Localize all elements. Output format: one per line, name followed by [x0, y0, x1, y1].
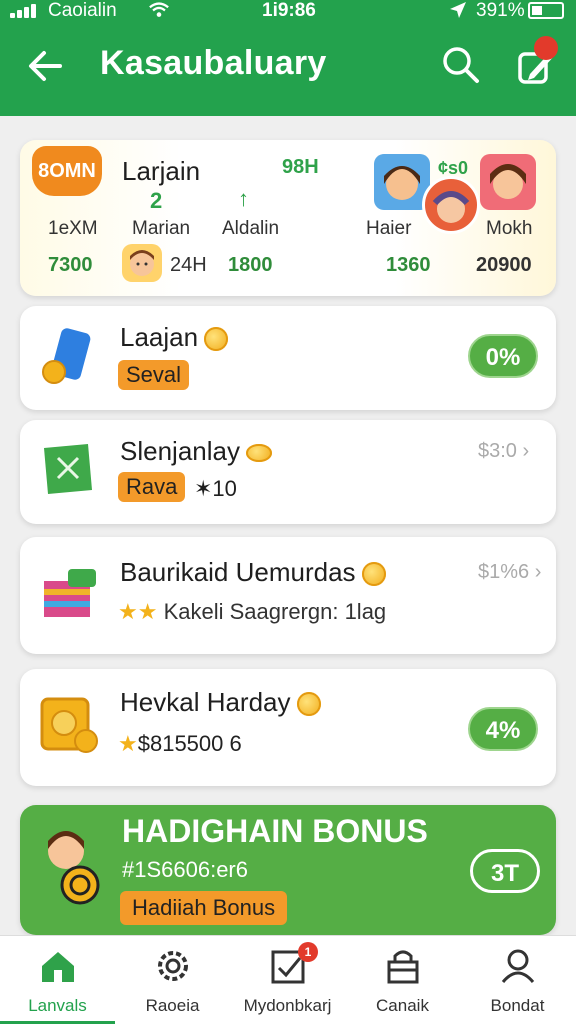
coin-stack-icon	[40, 697, 98, 753]
status-bar: Caoialin 1i9:86 391%	[0, 0, 576, 26]
stat-label: Mokh	[486, 218, 533, 239]
star-icon: ★	[118, 731, 138, 756]
stat-label: Haier	[366, 218, 412, 239]
nav-item-settings[interactable]: Raoeia	[115, 936, 230, 1024]
bag-icon	[387, 950, 419, 984]
price-link[interactable]: $3:0 ›	[478, 440, 529, 463]
reward-card[interactable]: Slenjanlay Rava ✶10 $3:0 ›	[20, 420, 556, 524]
bottom-nav: Lanvals Raoeia 1 Mydonbkarj Canaik Bonda…	[0, 935, 576, 1024]
bonus-badge[interactable]: Hadiiah Bonus	[120, 891, 288, 925]
card-title: Larjain	[122, 156, 201, 186]
card-subtitle-row: ★★ Kakeli Saagrergn: 1lag	[118, 599, 386, 625]
coin-icon	[204, 327, 229, 352]
avatar	[480, 154, 536, 210]
avatar	[422, 176, 480, 234]
badge-extra: ✶10	[194, 476, 237, 501]
card-title: Hevkal Harday	[120, 687, 291, 717]
card-title: Slenjanlay	[120, 436, 240, 466]
stat-number: 1360	[386, 254, 431, 276]
card-title-row: Slenjanlay	[120, 436, 272, 467]
promo-tag: 8OMN	[32, 146, 102, 196]
stat-number: 20900	[476, 254, 532, 276]
arrow-left-icon	[29, 51, 62, 81]
notification-dot	[534, 36, 558, 60]
status-badge: Rava	[118, 472, 186, 502]
carrier-name: Caoialin	[48, 0, 117, 21]
nav-item-profile[interactable]: Bondat	[460, 936, 575, 1024]
battery-icon	[528, 2, 564, 19]
phone-icon	[42, 328, 91, 384]
stat-value: 2	[150, 188, 163, 213]
nav-item-tasks[interactable]: 1 Mydonbkarj	[230, 936, 345, 1024]
nav-item-home[interactable]: Lanvals	[0, 936, 115, 1024]
stat-number: 7300	[48, 254, 93, 276]
home-icon	[42, 952, 74, 982]
nav-label: Mydonbkarj	[243, 996, 332, 1015]
signal-icon	[10, 4, 36, 18]
coin-icon	[245, 444, 272, 463]
percent-button[interactable]: 4%	[468, 707, 538, 751]
card-title-row: Baurikaid Uemurdas	[120, 557, 386, 588]
stat-number: 24H	[170, 254, 207, 276]
wifi-icon	[148, 0, 170, 25]
nav-label: Bondat	[490, 996, 545, 1015]
stat-label: 1eXM	[48, 218, 98, 239]
nav-label: Lanvals	[28, 996, 87, 1015]
card-title-row: Hevkal Harday	[120, 687, 321, 718]
page-title: Kasaubaluary	[100, 44, 327, 82]
bonus-card[interactable]: HADIGHAIN BONUS #1S6606:er6 Hadiiah Bonu…	[20, 805, 556, 935]
bonus-title: HADIGHAIN BONUS	[122, 813, 428, 849]
card-subtitle: $815500 6	[137, 731, 242, 756]
price-link[interactable]: $1%6 ›	[478, 561, 541, 584]
reward-card[interactable]: Hevkal Harday ★$815500 6 4%	[20, 669, 556, 786]
card-subtitle: Kakeli Saagrergn: 1lag	[163, 599, 387, 624]
summary-card[interactable]: 8OMN Larjain 98H 2 ↑ 1eXM Marian Aldalin…	[20, 140, 556, 296]
percent-button[interactable]: 0%	[468, 334, 538, 378]
coin-icon	[361, 562, 386, 587]
bonus-code: #1S6606:er6	[122, 857, 248, 882]
app-header: Caoialin 1i9:86 391% Kasaubaluary	[0, 0, 576, 116]
nav-item-shop[interactable]: Canaik	[345, 936, 460, 1024]
card-subtitle-row: ★$815500 6	[118, 731, 242, 757]
search-icon	[443, 47, 479, 83]
trend-arrow-icon: ↑	[238, 186, 249, 211]
status-badge: Seval	[118, 360, 190, 390]
nav-label: Raoeia	[145, 996, 200, 1015]
location-icon	[448, 0, 468, 26]
reward-card[interactable]: Laajan Seval 0%	[20, 306, 556, 410]
gift-box-icon	[44, 569, 96, 617]
coin-icon	[296, 692, 321, 717]
bonus-count-button[interactable]: 3T	[470, 849, 540, 893]
reward-card[interactable]: Baurikaid Uemurdas ★★ Kakeli Saagrergn: …	[20, 537, 556, 654]
person-icon	[501, 949, 535, 983]
card-title: Laajan	[120, 322, 199, 352]
stat-number: 1800	[228, 254, 273, 276]
battery-percent: 391%	[476, 0, 525, 21]
nav-badge: 1	[298, 942, 318, 962]
card-extra: 98H	[282, 156, 319, 178]
search-button[interactable]	[440, 44, 482, 86]
stat-label: Marian	[132, 218, 191, 239]
nav-label: Canaik	[376, 996, 429, 1015]
card-title: Baurikaid Uemurdas	[120, 557, 356, 587]
avatar	[122, 244, 162, 282]
ticket-icon	[44, 444, 92, 494]
back-button[interactable]	[24, 44, 68, 88]
gear-icon	[158, 951, 188, 981]
clock: 1i9:86	[262, 0, 316, 21]
stat-label: Aldalin	[222, 218, 280, 239]
card-title-row: Laajan	[120, 322, 229, 353]
stars-icon: ★★	[118, 599, 158, 624]
character-icon	[48, 831, 100, 905]
